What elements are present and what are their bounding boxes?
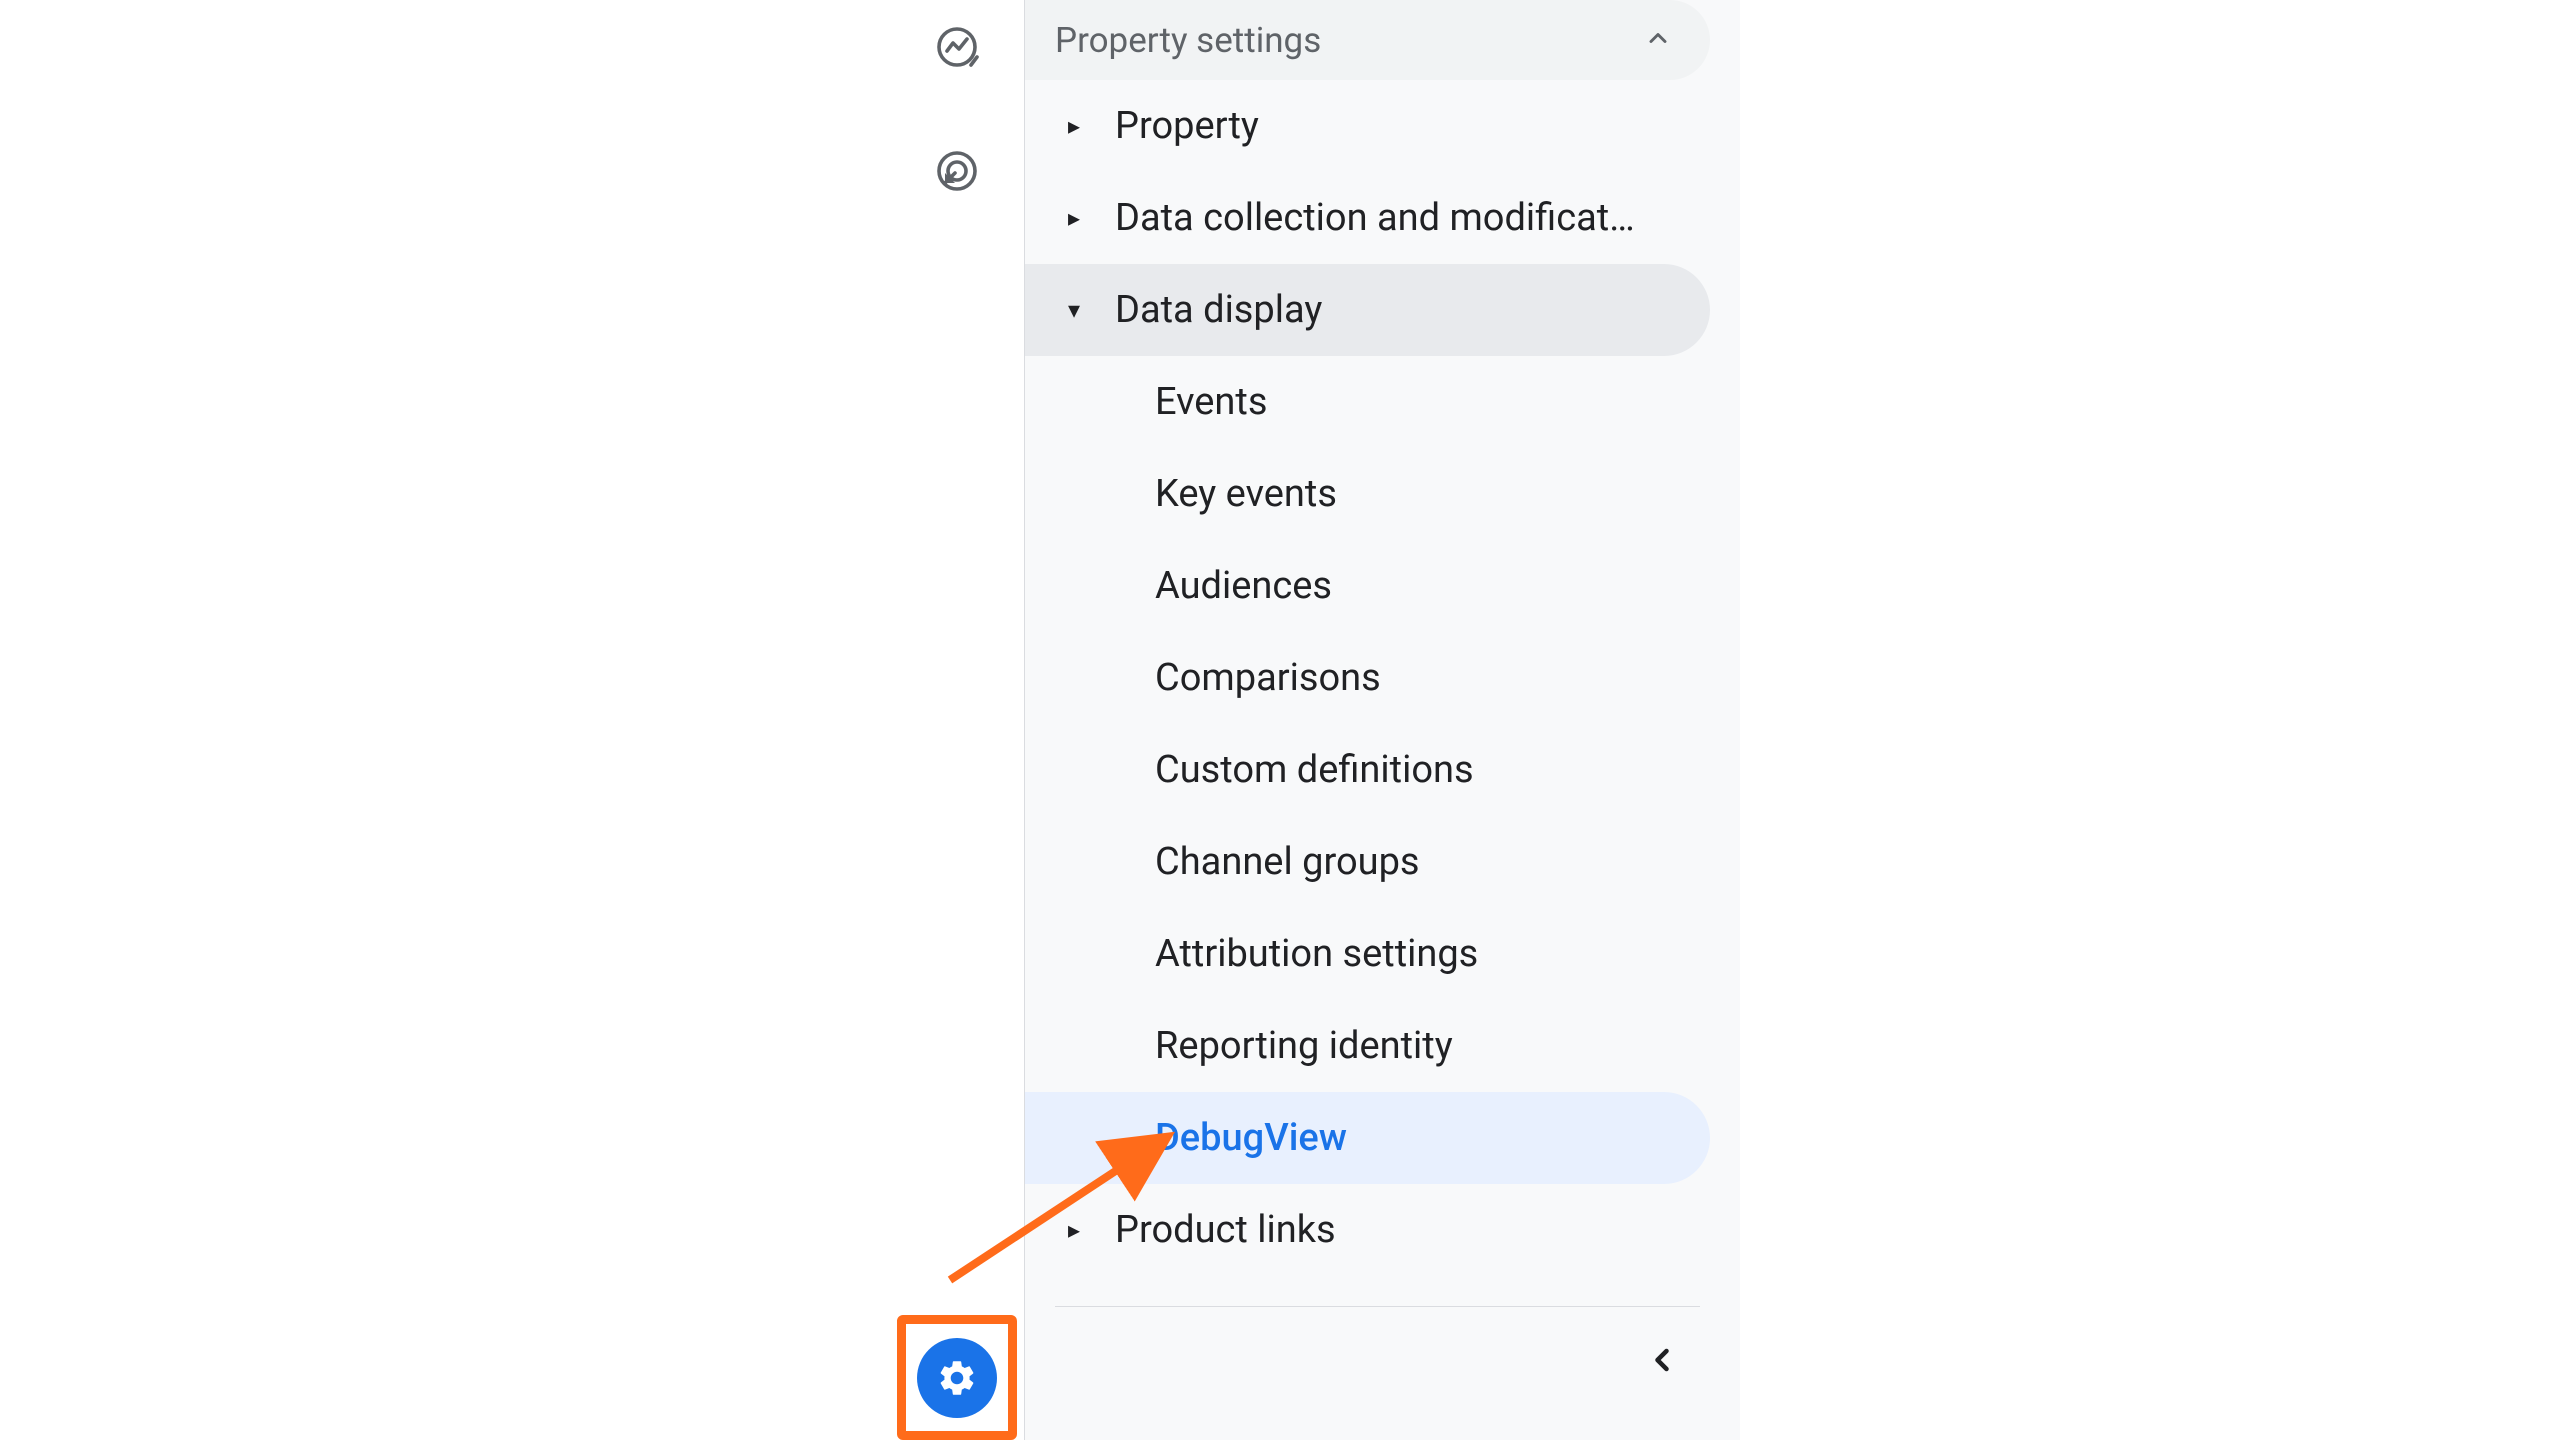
sub-item-channel-groups[interactable]: Channel groups bbox=[1025, 816, 1710, 908]
sub-item-key-events[interactable]: Key events bbox=[1025, 448, 1710, 540]
advertising-icon[interactable] bbox=[930, 144, 984, 198]
admin-sidebar-panel: Property settings ▸ Property ▸ Data coll… bbox=[890, 0, 1740, 1440]
nav-item-label: Data collection and modification bbox=[1115, 196, 1635, 240]
nav-item-product-links[interactable]: ▸ Product links bbox=[1025, 1184, 1710, 1276]
nav-item-data-display[interactable]: ▾ Data display bbox=[1025, 264, 1710, 356]
sub-item-label: Events bbox=[1155, 380, 1267, 424]
sub-item-label: Attribution settings bbox=[1155, 932, 1478, 976]
sub-item-label: Reporting identity bbox=[1155, 1024, 1453, 1068]
nav-item-property[interactable]: ▸ Property bbox=[1025, 80, 1710, 172]
chevron-up-icon bbox=[1644, 20, 1672, 61]
sub-item-debugview[interactable]: DebugView bbox=[1025, 1092, 1710, 1184]
arrow-right-icon: ▸ bbox=[1055, 1216, 1093, 1244]
collapse-panel-button[interactable] bbox=[1025, 1307, 1740, 1378]
sub-item-events[interactable]: Events bbox=[1025, 356, 1710, 448]
chevron-left-icon bbox=[1644, 1342, 1680, 1378]
sub-item-label: Key events bbox=[1155, 472, 1337, 516]
sub-item-audiences[interactable]: Audiences bbox=[1025, 540, 1710, 632]
admin-gear-button[interactable] bbox=[917, 1338, 997, 1418]
property-settings-header[interactable]: Property settings bbox=[1025, 0, 1710, 80]
nav-item-label: Property bbox=[1115, 104, 1259, 148]
settings-nav-panel: Property settings ▸ Property ▸ Data coll… bbox=[1025, 0, 1740, 1440]
arrow-down-icon: ▾ bbox=[1055, 296, 1093, 324]
sub-item-label: Audiences bbox=[1155, 564, 1332, 608]
nav-item-data-collection[interactable]: ▸ Data collection and modification bbox=[1025, 172, 1710, 264]
nav-item-label: Product links bbox=[1115, 1208, 1336, 1252]
explore-icon[interactable] bbox=[930, 20, 984, 74]
arrow-right-icon: ▸ bbox=[1055, 204, 1093, 232]
icon-rail bbox=[890, 0, 1025, 1440]
sub-item-reporting-identity[interactable]: Reporting identity bbox=[1025, 1000, 1710, 1092]
arrow-right-icon: ▸ bbox=[1055, 112, 1093, 140]
sub-item-custom-definitions[interactable]: Custom definitions bbox=[1025, 724, 1710, 816]
admin-gear-highlight-box bbox=[897, 1315, 1017, 1440]
sub-item-comparisons[interactable]: Comparisons bbox=[1025, 632, 1710, 724]
sub-item-label: Custom definitions bbox=[1155, 748, 1474, 792]
nav-item-label: Data display bbox=[1115, 288, 1322, 332]
sub-item-attribution-settings[interactable]: Attribution settings bbox=[1025, 908, 1710, 1000]
sub-item-label: DebugView bbox=[1155, 1116, 1347, 1160]
section-header-label: Property settings bbox=[1055, 20, 1321, 61]
sub-item-label: Comparisons bbox=[1155, 656, 1381, 700]
sub-item-label: Channel groups bbox=[1155, 840, 1420, 884]
